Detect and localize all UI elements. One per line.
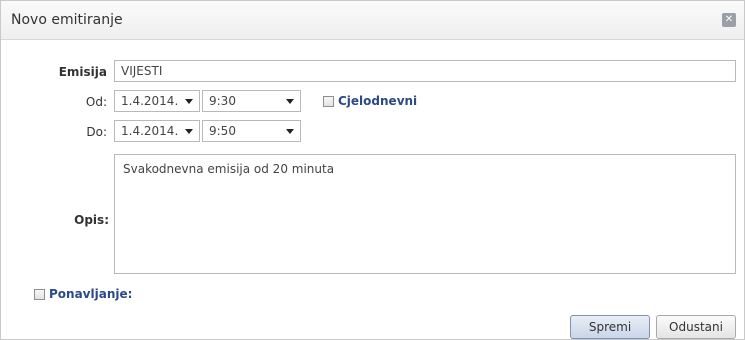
ponavljanje-checkbox[interactable] bbox=[34, 289, 45, 300]
od-time-value: 9:30 bbox=[209, 94, 236, 108]
cjelodnevni-checkbox[interactable] bbox=[323, 96, 334, 107]
od-date-select[interactable]: 1.4.2014. bbox=[114, 90, 200, 112]
chevron-down-icon bbox=[185, 99, 193, 104]
chevron-down-icon bbox=[286, 129, 294, 134]
opis-label: Opis: bbox=[74, 213, 109, 227]
od-date-value: 1.4.2014. bbox=[121, 94, 179, 108]
do-time-select[interactable]: 9:50 bbox=[202, 120, 301, 142]
ponavljanje-label[interactable]: Ponavljanje: bbox=[49, 287, 132, 301]
do-time-value: 9:50 bbox=[209, 124, 236, 138]
close-icon[interactable]: ✕ bbox=[722, 13, 736, 27]
chevron-down-icon bbox=[185, 129, 193, 134]
cjelodnevni-label[interactable]: Cjelodnevni bbox=[338, 94, 417, 108]
do-date-value: 1.4.2014. bbox=[121, 124, 179, 138]
save-button[interactable]: Spremi bbox=[570, 315, 650, 339]
do-label: Do: bbox=[86, 125, 107, 139]
emisija-label: Emisija bbox=[58, 65, 107, 79]
dialog-titlebar: Novo emitiranje ✕ bbox=[1, 1, 744, 40]
do-date-select[interactable]: 1.4.2014. bbox=[114, 120, 200, 142]
new-broadcast-dialog: Novo emitiranje ✕ Emisija VIJESTI Od: 1.… bbox=[0, 0, 745, 340]
od-time-select[interactable]: 9:30 bbox=[202, 90, 301, 112]
od-label: Od: bbox=[85, 95, 107, 109]
opis-textarea[interactable]: Svakodnevna emisija od 20 minuta bbox=[114, 154, 736, 274]
emisija-input[interactable]: VIJESTI bbox=[114, 60, 736, 82]
dialog-title: Novo emitiranje bbox=[11, 12, 123, 28]
cancel-button[interactable]: Odustani bbox=[656, 315, 736, 339]
chevron-down-icon bbox=[286, 99, 294, 104]
